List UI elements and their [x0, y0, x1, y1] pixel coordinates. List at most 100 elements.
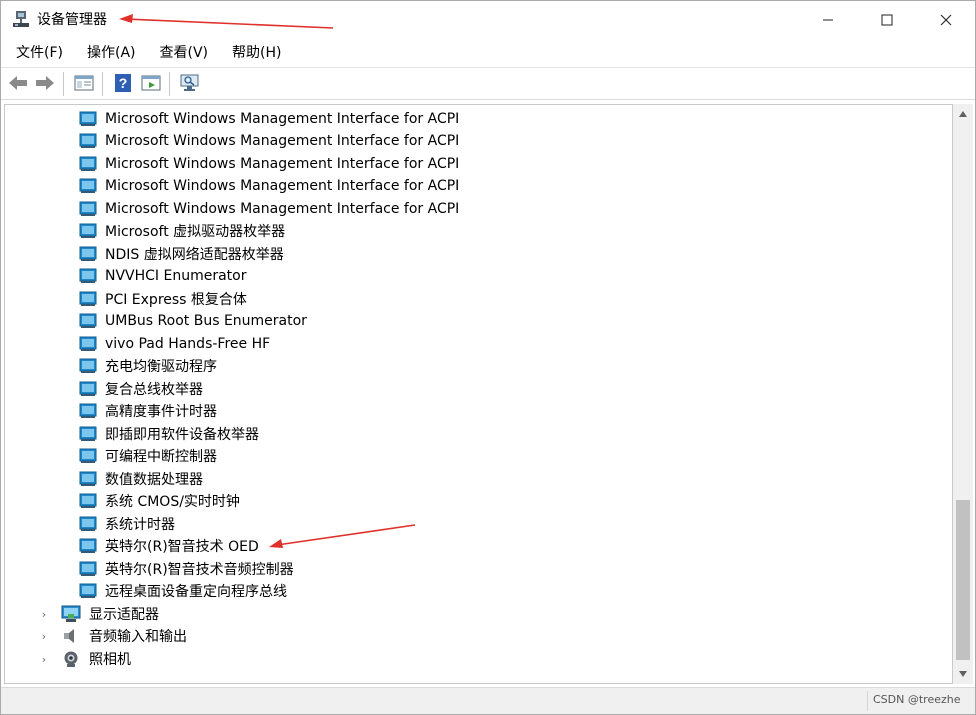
tree-device-item[interactable]: 充电均衡驱动程序 — [79, 355, 217, 377]
device-label: 系统计时器 — [105, 517, 175, 533]
tree-device-item[interactable]: 可编程中断控制器 — [79, 445, 217, 467]
scan-hardware-icon — [180, 74, 199, 91]
camera-icon — [64, 651, 78, 667]
scrollbar-thumb[interactable] — [956, 500, 970, 660]
device-icon — [79, 336, 97, 351]
tree-device-item[interactable]: 即插即用软件设备枚举器 — [79, 423, 259, 445]
watermark: CSDN @treezhe — [873, 693, 961, 706]
scroll-up-button[interactable] — [953, 106, 973, 122]
annotation-arrow — [119, 14, 334, 29]
forward-icon — [36, 76, 54, 90]
device-icon — [79, 381, 97, 396]
tree-device-item-highlighted[interactable]: 英特尔(R)智音技术 OED — [79, 535, 259, 557]
device-label: 复合总线枚举器 — [105, 382, 203, 398]
device-label: 远程桌面设备重定向程序总线 — [105, 584, 287, 600]
tree-category-display-adapters[interactable]: › 显示适配器 — [37, 603, 159, 625]
tree-device-item[interactable]: Microsoft Windows Management Interface f… — [79, 153, 459, 175]
properties-panel-button[interactable] — [73, 72, 95, 94]
device-label: 系统 CMOS/实时时钟 — [105, 494, 240, 510]
device-label: 英特尔(R)智音技术音频控制器 — [105, 562, 294, 578]
minimize-icon — [823, 19, 833, 21]
tree-device-item[interactable]: 远程桌面设备重定向程序总线 — [79, 580, 287, 602]
status-separator — [867, 691, 868, 711]
title-bar[interactable]: 设备管理器 — [1, 1, 975, 39]
tree-device-item[interactable]: 系统 CMOS/实时时钟 — [79, 490, 240, 512]
device-label: Microsoft Windows Management Interface f… — [105, 156, 460, 172]
device-icon — [79, 448, 97, 463]
device-tree[interactable]: Microsoft Windows Management Interface f… — [4, 104, 953, 684]
maximize-icon — [881, 14, 893, 26]
device-label: 数值数据处理器 — [105, 472, 203, 488]
device-icon — [79, 156, 97, 171]
menu-action[interactable]: 操作(A) — [80, 41, 143, 65]
menu-bar: 文件(F) 操作(A) 查看(V) 帮助(H) — [1, 40, 975, 66]
device-label: Microsoft 虚拟驱动器枚举器 — [105, 224, 286, 240]
speaker-icon — [64, 629, 74, 643]
device-icon — [79, 223, 97, 238]
tree-device-item[interactable]: Microsoft Windows Management Interface f… — [79, 130, 459, 152]
minimize-button[interactable] — [799, 1, 857, 39]
device-icon — [79, 561, 97, 576]
device-label: 英特尔(R)智音技术 OED — [105, 539, 259, 555]
device-icon — [79, 201, 97, 216]
chevron-up-icon — [959, 111, 967, 117]
tree-device-item[interactable]: Microsoft Windows Management Interface f… — [79, 175, 459, 197]
device-icon — [79, 403, 97, 418]
tree-device-item[interactable]: Microsoft 虚拟驱动器枚举器 — [79, 220, 285, 242]
forward-button[interactable] — [34, 72, 56, 94]
tree-category-audio-io[interactable]: › 音频输入和输出 — [37, 625, 187, 647]
device-label: 充电均衡驱动程序 — [105, 359, 217, 375]
toolbar-separator — [63, 72, 64, 96]
toolbar-separator — [102, 72, 103, 96]
chevron-right-icon[interactable]: › — [37, 629, 51, 643]
device-label: Microsoft Windows Management Interface f… — [105, 178, 460, 194]
chevron-right-icon[interactable]: › — [37, 652, 51, 666]
scan-hardware-button[interactable] — [179, 72, 201, 94]
action-panel-button[interactable] — [140, 72, 162, 94]
scroll-down-button[interactable] — [953, 666, 973, 682]
device-manager-app-icon — [13, 11, 29, 27]
chevron-down-icon — [959, 671, 967, 677]
help-icon: ? — [115, 74, 131, 92]
tree-device-item[interactable]: NDIS 虚拟网络适配器枚举器 — [79, 243, 284, 265]
tree-device-item[interactable]: 高精度事件计时器 — [79, 400, 217, 422]
display-adapter-icon — [61, 605, 81, 622]
back-button[interactable] — [7, 72, 29, 94]
device-label: PCI Express 根复合体 — [105, 292, 247, 308]
action-panel-icon — [141, 75, 161, 91]
svg-text:?: ? — [119, 75, 128, 91]
tree-device-item[interactable]: 数值数据处理器 — [79, 468, 203, 490]
properties-panel-icon — [74, 75, 94, 91]
tree-device-item[interactable]: UMBus Root Bus Enumerator — [79, 310, 307, 332]
tree-device-item[interactable]: Microsoft Windows Management Interface f… — [79, 108, 459, 130]
tree-device-item[interactable]: PCI Express 根复合体 — [79, 288, 247, 310]
menu-file[interactable]: 文件(F) — [9, 41, 70, 65]
device-label: 高精度事件计时器 — [105, 404, 217, 420]
close-icon — [940, 14, 952, 26]
tree-device-item[interactable]: NVVHCI Enumerator — [79, 265, 247, 287]
device-icon — [79, 426, 97, 441]
help-button[interactable]: ? — [112, 72, 134, 94]
menu-view[interactable]: 查看(V) — [153, 41, 216, 65]
tree-device-item[interactable]: 复合总线枚举器 — [79, 378, 203, 400]
chevron-right-icon[interactable]: › — [37, 607, 51, 621]
maximize-button[interactable] — [858, 1, 916, 39]
menu-help[interactable]: 帮助(H) — [225, 41, 288, 65]
tree-device-item[interactable]: Microsoft Windows Management Interface f… — [79, 198, 459, 220]
device-label: UMBus Root Bus Enumerator — [105, 313, 307, 329]
close-button[interactable] — [917, 1, 975, 39]
vertical-scrollbar[interactable] — [953, 104, 973, 684]
tree-category-camera[interactable]: › 照相机 — [37, 648, 131, 670]
device-icon — [79, 178, 97, 193]
device-icon — [79, 313, 97, 328]
tree-device-item[interactable]: vivo Pad Hands-Free HF — [79, 333, 270, 355]
toolbar-separator — [169, 72, 170, 96]
status-bar: CSDN @treezhe — [1, 687, 975, 714]
device-icon — [79, 358, 97, 373]
device-icon — [79, 471, 97, 486]
device-icon — [79, 583, 97, 598]
device-icon — [79, 268, 97, 283]
tree-device-item[interactable]: 英特尔(R)智音技术音频控制器 — [79, 558, 294, 580]
tree-device-item[interactable]: 系统计时器 — [79, 513, 175, 535]
device-icon — [79, 493, 97, 508]
